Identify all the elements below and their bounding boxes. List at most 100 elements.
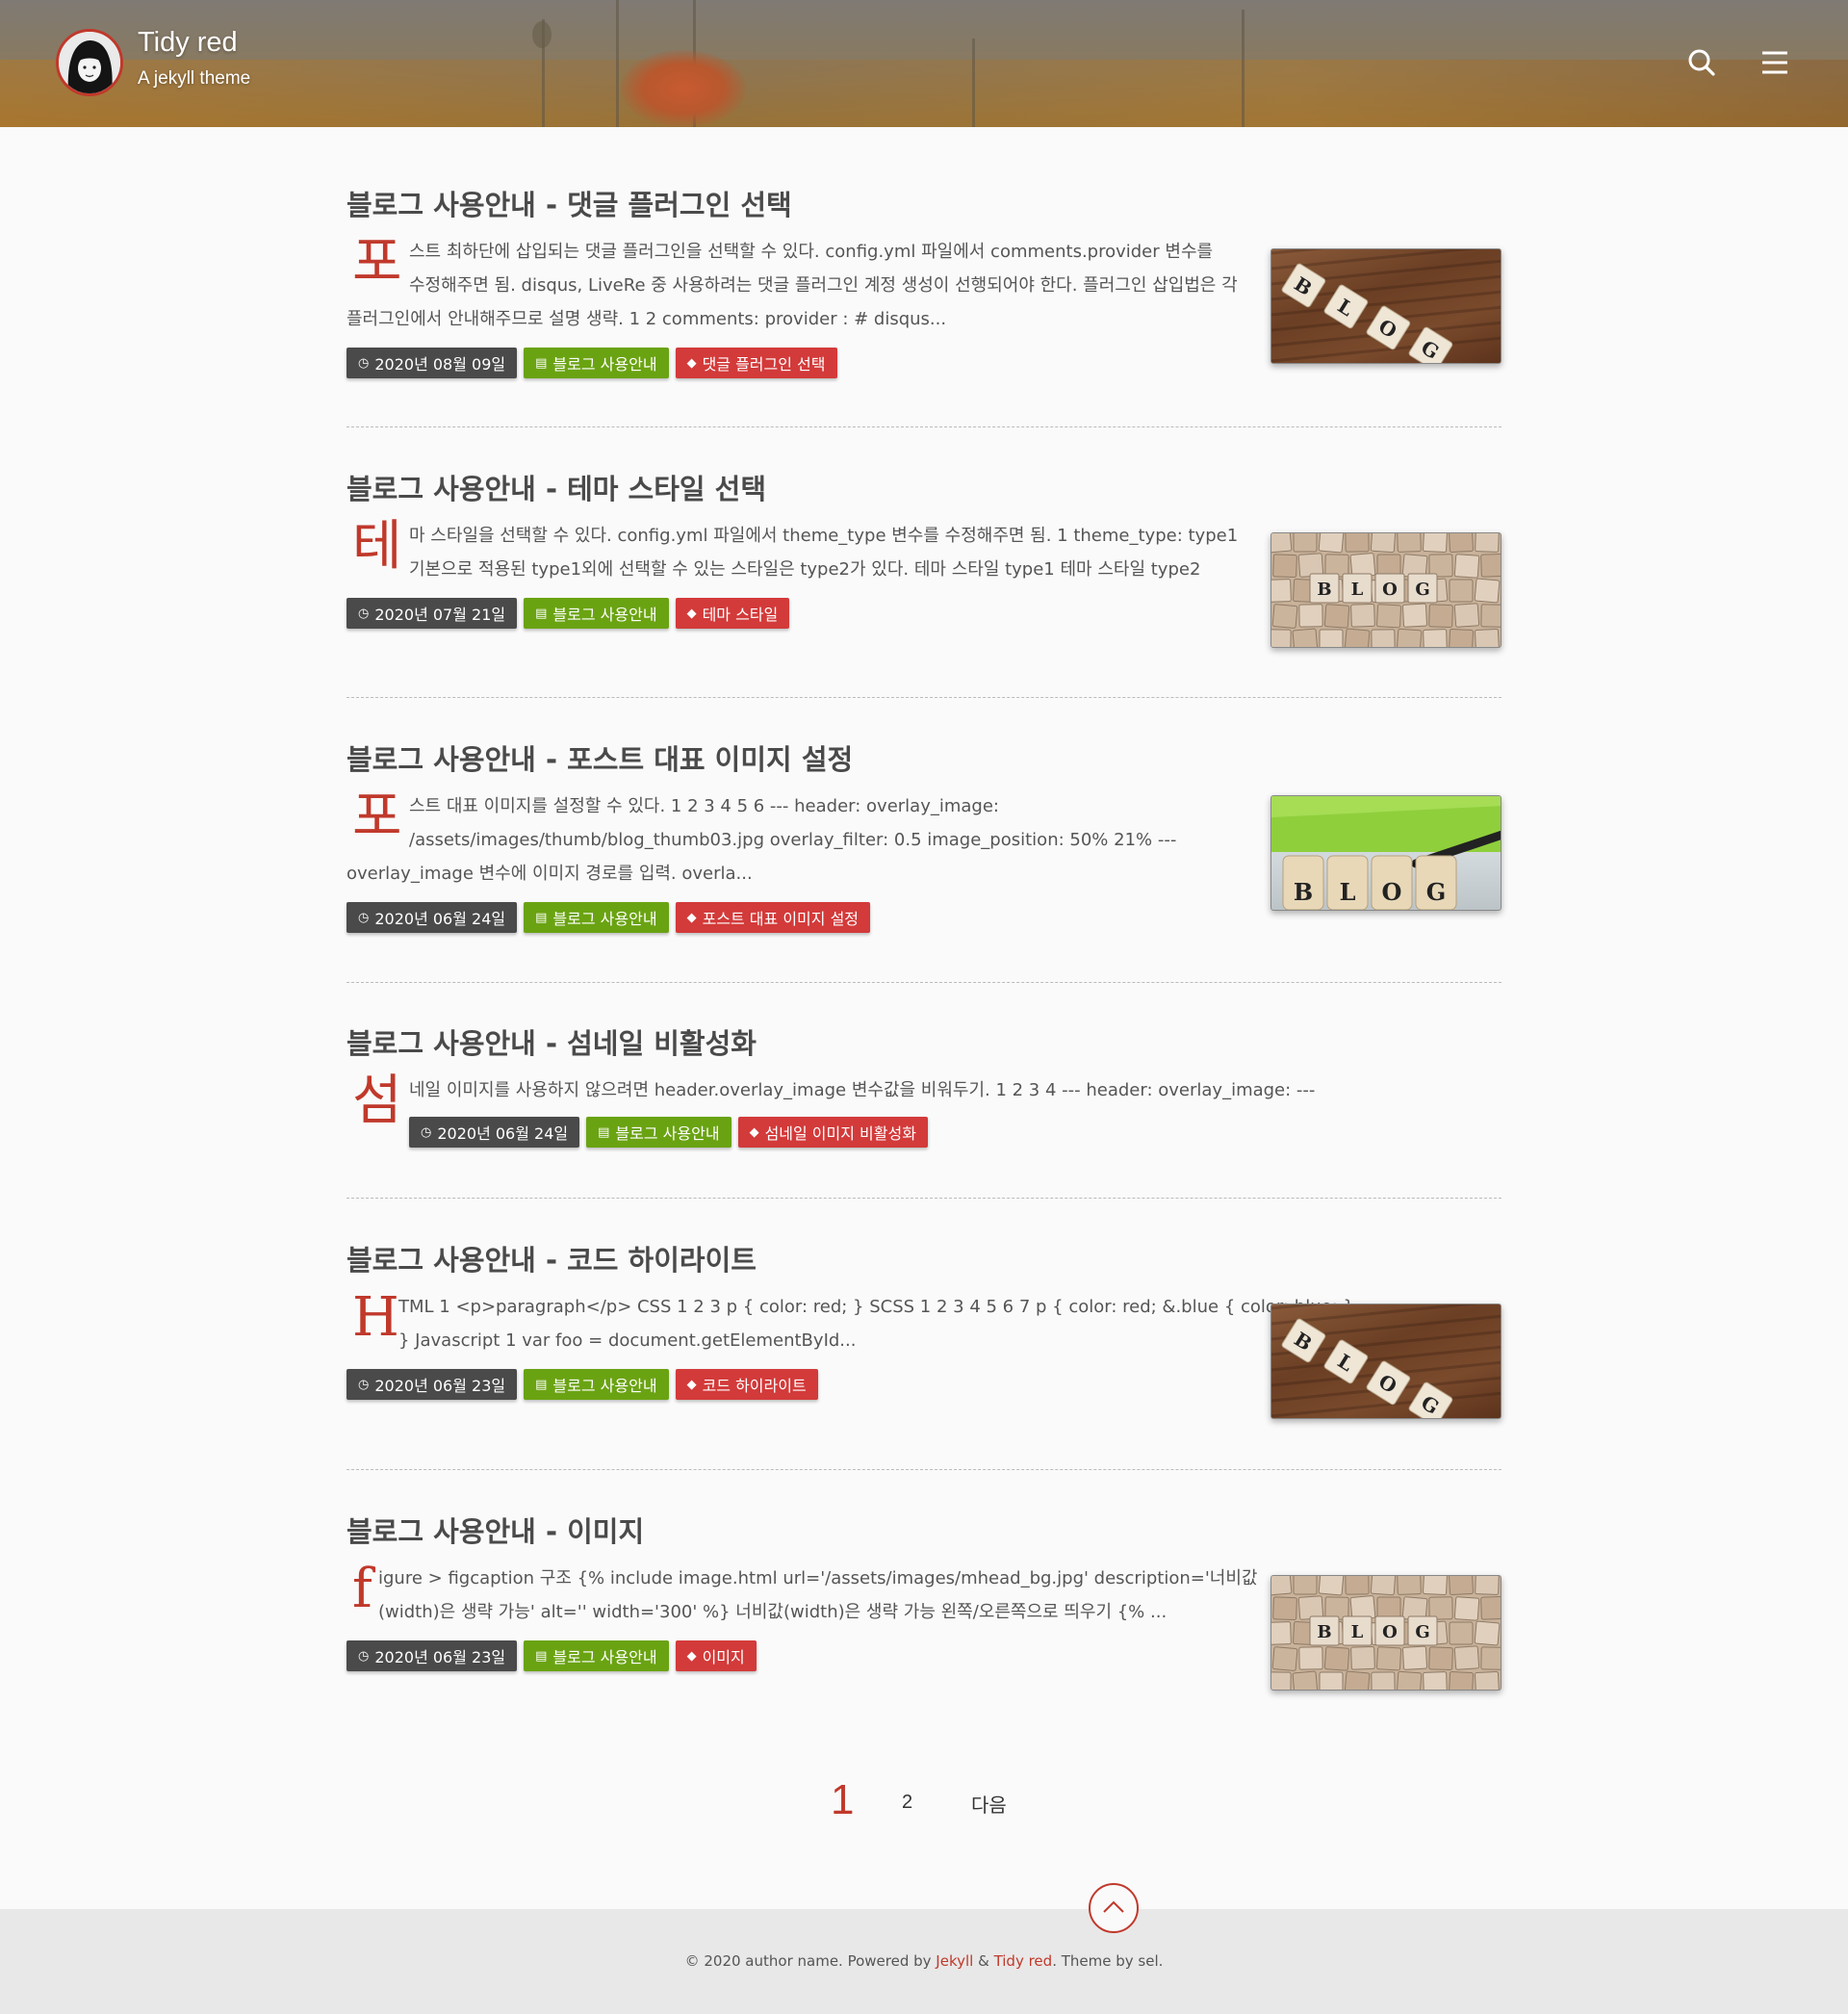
thumbnail-letter: G xyxy=(1415,1622,1429,1642)
excerpt-line: 마 스타일을 선택할 수 있다. config.yml 파일에서 theme_t… xyxy=(409,526,1239,546)
category-badge[interactable]: ▤ 블로그 사용안내 xyxy=(524,1640,669,1671)
post-thumbnail[interactable]: BLOG xyxy=(1270,248,1502,364)
thumbnail-letter: O xyxy=(1382,580,1398,600)
post-title-link[interactable]: 블로그 사용안내 - 이미지 xyxy=(346,1510,644,1550)
menu-button[interactable] xyxy=(1758,46,1792,81)
post-title-link[interactable]: 블로그 사용안내 - 섬네일 비활성화 xyxy=(346,1021,757,1062)
post-date-badge: ◷ 2020년 08월 09일 xyxy=(346,348,518,378)
excerpt-line: 기본으로 적용된 type1외에 선택할 수 있는 스타일은 type2가 있다… xyxy=(409,559,1201,580)
document-icon: ▤ xyxy=(535,910,548,925)
post-meta: ◷ 2020년 06월 24일 ▤ 블로그 사용안내 ◆ 포스트 대표 이미지 설정 xyxy=(346,902,871,933)
category-badge[interactable]: ▤ 블로그 사용안내 xyxy=(524,598,669,629)
tag-label: 포스트 대표 이미지 설정 xyxy=(702,910,860,928)
site-subtitle: A jekyll theme xyxy=(138,68,251,89)
excerpt-line: 스트 대표 이미지를 설정할 수 있다. 1 2 3 4 5 6 --- hea… xyxy=(409,796,999,816)
category-label: 블로그 사용안내 xyxy=(552,1377,657,1395)
scroll-to-top-button[interactable] xyxy=(1089,1883,1139,1933)
header-decor xyxy=(972,39,975,127)
post-excerpt: TML 1 <p>paragraph</p> CSS 1 2 3 p { col… xyxy=(346,1290,1354,1357)
post-divider xyxy=(346,1198,1502,1199)
document-icon: ▤ xyxy=(535,1648,548,1664)
thumbnail-letter: B xyxy=(1294,878,1313,906)
post-item: 블로그 사용안내 - 댓글 플러그인 선택 포 스트 최하단에 삽입되는 댓글 플러… xyxy=(346,183,1502,414)
post-excerpt: igure > figcaption 구조 {% include image.h… xyxy=(346,1562,1257,1629)
footer-theme-by: . Theme by sel. xyxy=(1052,1952,1164,1970)
site-title[interactable]: Tidy red xyxy=(138,27,238,59)
post-meta: ◷ 2020년 08월 09일 ▤ 블로그 사용안내 ◆ 댓글 플러그인 선택 xyxy=(346,348,837,378)
hamburger-menu-icon xyxy=(1762,51,1787,73)
post-item: 블로그 사용안내 - 코드 하이라이트 H TML 1 <p>paragraph</… xyxy=(346,1238,1502,1469)
clock-icon: ◷ xyxy=(358,355,370,371)
tag-icon: ◆ xyxy=(686,355,697,371)
thumbnail-graphic: BLOG xyxy=(1271,796,1501,910)
document-icon: ▤ xyxy=(535,355,548,371)
category-badge[interactable]: ▤ 블로그 사용안내 xyxy=(524,1369,669,1400)
post-excerpt: 네일 이미지를 사용하지 않으려면 header.overlay_image 변… xyxy=(346,1073,1316,1107)
category-label: 블로그 사용안내 xyxy=(615,1124,720,1143)
post-meta: ◷ 2020년 06월 23일 ▤ 블로그 사용안내 ◆ 이미지 xyxy=(346,1640,757,1671)
post-divider xyxy=(346,697,1502,698)
category-badge[interactable]: ▤ 블로그 사용안내 xyxy=(524,902,669,933)
post-date: 2020년 07월 21일 xyxy=(374,606,506,624)
post-excerpt: 스트 최하단에 삽입되는 댓글 플러그인을 선택할 수 있다. config.y… xyxy=(346,235,1242,336)
excerpt-line: TML 1 <p>paragraph</p> CSS 1 2 3 p { col… xyxy=(398,1297,1354,1317)
excerpt-line: } Javascript 1 var foo = document.getEle… xyxy=(398,1330,857,1351)
post-title-link[interactable]: 블로그 사용안내 - 코드 하이라이트 xyxy=(346,1238,757,1278)
post-thumbnail[interactable]: BLOG xyxy=(1270,795,1502,911)
post-divider xyxy=(346,426,1502,427)
tag-icon: ◆ xyxy=(749,1124,759,1140)
post-meta: ◷ 2020년 06월 23일 ▤ 블로그 사용안내 ◆ 코드 하이라이트 xyxy=(346,1369,818,1400)
thumbnail-letter: O xyxy=(1382,878,1402,906)
clock-icon: ◷ xyxy=(358,606,370,621)
post-item: 블로그 사용안내 - 섬네일 비활성화 섬 네일 이미지를 사용하지 않으려면 he… xyxy=(346,1021,1502,1252)
post-thumbnail[interactable]: BLOG xyxy=(1270,532,1502,648)
post-title-link[interactable]: 블로그 사용안내 - 댓글 플러그인 선택 xyxy=(346,183,792,223)
post-title-link[interactable]: 블로그 사용안내 - 포스트 대표 이미지 설정 xyxy=(346,737,853,778)
post-title-link[interactable]: 블로그 사용안내 - 테마 스타일 선택 xyxy=(346,467,766,507)
post-thumbnail[interactable]: BLOG xyxy=(1270,1575,1502,1691)
clock-icon: ◷ xyxy=(358,1648,370,1664)
thumbnail-letter: O xyxy=(1382,1622,1398,1642)
tidy-red-link[interactable]: Tidy red xyxy=(994,1952,1053,1970)
tag-label: 댓글 플러그인 선택 xyxy=(702,355,826,374)
tag-label: 섬네일 이미지 비활성화 xyxy=(764,1124,916,1143)
excerpt-line: overlay_image 변수에 이미지 경로를 입력. overla... xyxy=(346,864,753,884)
post-date-badge: ◷ 2020년 07월 21일 xyxy=(346,598,518,629)
thumbnail-graphic: BLOG xyxy=(1271,533,1501,647)
thumbnail-letter: G xyxy=(1426,878,1447,906)
post-thumbnail[interactable]: BLOG xyxy=(1270,1304,1502,1419)
tag-badge[interactable]: ◆ 포스트 대표 이미지 설정 xyxy=(675,902,871,933)
tag-badge[interactable]: ◆ 댓글 플러그인 선택 xyxy=(675,348,837,378)
page-2-link[interactable]: 2 xyxy=(902,1792,912,1814)
page-1-current[interactable]: 1 xyxy=(831,1776,854,1824)
thumbnail-letter: B xyxy=(1317,1622,1331,1642)
search-button[interactable] xyxy=(1684,46,1719,81)
post-divider xyxy=(346,982,1502,983)
header-decor xyxy=(1242,10,1245,127)
tag-icon: ◆ xyxy=(686,910,697,925)
category-label: 블로그 사용안내 xyxy=(552,355,657,374)
thumbnail-letter: G xyxy=(1415,580,1429,600)
excerpt-line: 네일 이미지를 사용하지 않으려면 header.overlay_image 변… xyxy=(409,1080,1316,1100)
category-label: 블로그 사용안내 xyxy=(552,606,657,624)
search-icon xyxy=(1688,49,1715,76)
avatar-image xyxy=(59,32,120,93)
clock-icon: ◷ xyxy=(358,1377,370,1392)
tag-badge[interactable]: ◆ 코드 하이라이트 xyxy=(675,1369,818,1400)
next-page-link[interactable]: 다음 xyxy=(971,1790,1007,1818)
post-date: 2020년 06월 24일 xyxy=(437,1124,569,1143)
tag-icon: ◆ xyxy=(686,606,697,621)
post-date-badge: ◷ 2020년 06월 23일 xyxy=(346,1640,518,1671)
site-avatar[interactable] xyxy=(56,29,123,96)
post-date: 2020년 06월 23일 xyxy=(374,1648,506,1666)
thumbnail-letter: L xyxy=(1351,1622,1364,1642)
post-date: 2020년 06월 24일 xyxy=(374,910,506,928)
tag-badge[interactable]: ◆ 섬네일 이미지 비활성화 xyxy=(737,1117,928,1148)
category-badge[interactable]: ▤ 블로그 사용안내 xyxy=(524,348,669,378)
tag-badge[interactable]: ◆ 이미지 xyxy=(675,1640,757,1671)
header-background-tint xyxy=(0,60,1848,127)
jekyll-link[interactable]: Jekyll xyxy=(936,1952,973,1970)
post-date-badge: ◷ 2020년 06월 24일 xyxy=(346,902,518,933)
category-badge[interactable]: ▤ 블로그 사용안내 xyxy=(586,1117,732,1148)
tag-badge[interactable]: ◆ 테마 스타일 xyxy=(675,598,790,629)
